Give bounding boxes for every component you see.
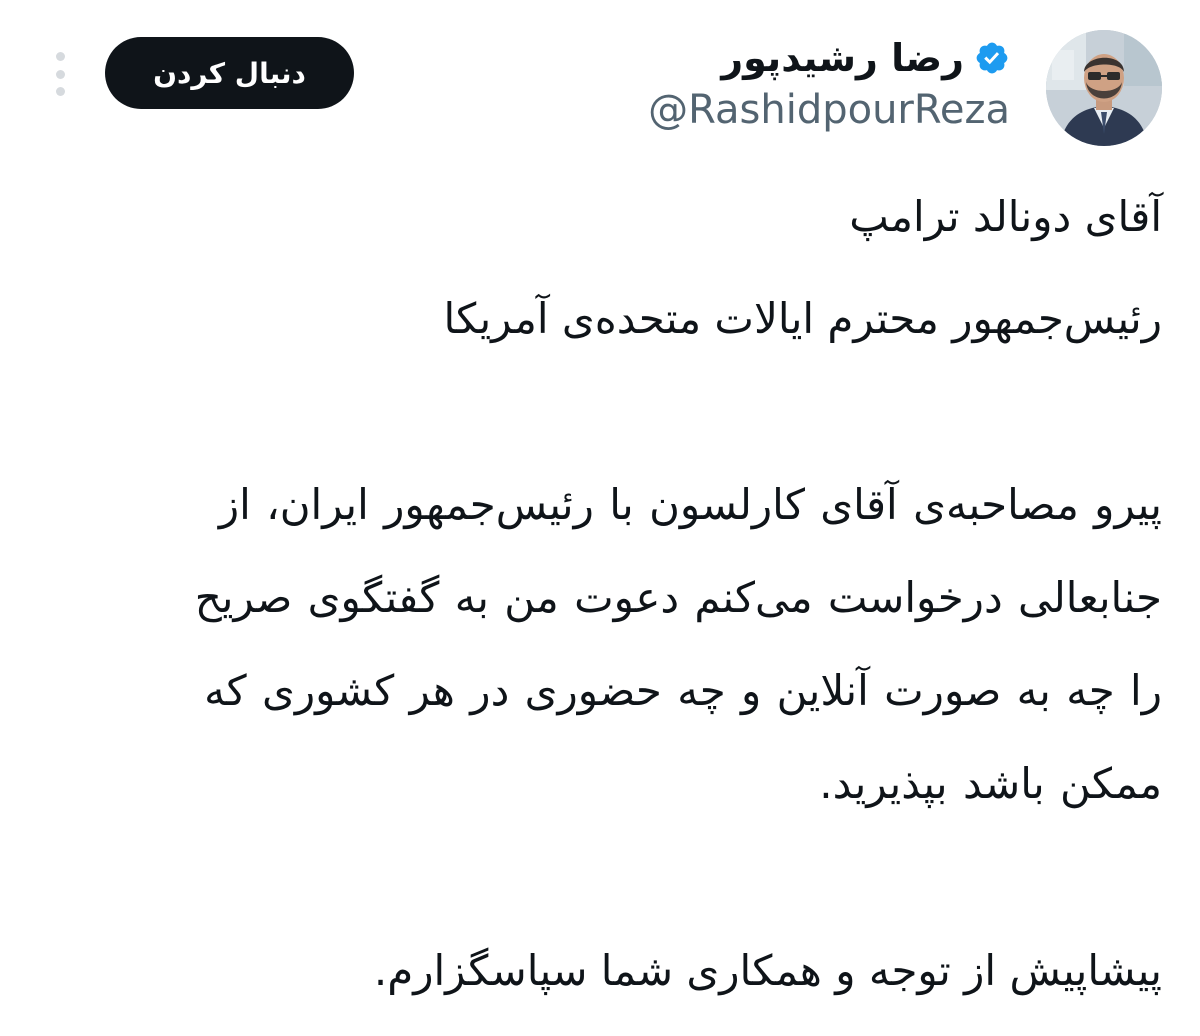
follow-button[interactable]: دنبال کردن: [105, 37, 354, 109]
tweet-text-line: آقای دونالد ترامپ: [849, 192, 1162, 241]
author-display-name[interactable]: رضا رشیدپور: [721, 32, 964, 84]
tweet-text-line: ممکن باشد بپذیرید.: [819, 759, 1162, 808]
tweet-text-line: رئیس‌جمهور محترم ایالات متحده‌ی آمریکا: [443, 294, 1162, 343]
ellipsis-dot: [55, 69, 65, 79]
tweet-text-line: جنابعالی درخواست می‌کنم دعوت من به گفتگو…: [194, 573, 1162, 622]
vertical-ellipsis-icon[interactable]: [48, 52, 72, 96]
verified-badge-icon: [974, 40, 1010, 76]
avatar-image: [1046, 30, 1162, 146]
tweet-card: رضا رشیدپور @RashidpourReza دنبال کردن آ…: [0, 0, 1200, 1036]
author-name-row[interactable]: رضا رشیدپور: [721, 32, 1010, 84]
ellipsis-dot: [55, 52, 65, 61]
tweet-text-line: را چه به صورت آنلاین و چه حضوری در هر کش…: [204, 666, 1162, 715]
avatar[interactable]: [1046, 30, 1162, 146]
ellipsis-dot: [55, 87, 65, 96]
author-handle[interactable]: @RashidpourReza: [648, 84, 1010, 136]
tweet-closing-line: پیشاپیش از توجه و همکاری شما سپاسگزارم.: [373, 946, 1162, 995]
tweet-paragraph: پیرو مصاحبه‌ی آقای کارلسون با رئیس‌جمهور…: [32, 458, 1162, 830]
tweet-text-line: پیرو مصاحبه‌ی آقای کارلسون با رئیس‌جمهور…: [218, 480, 1162, 529]
